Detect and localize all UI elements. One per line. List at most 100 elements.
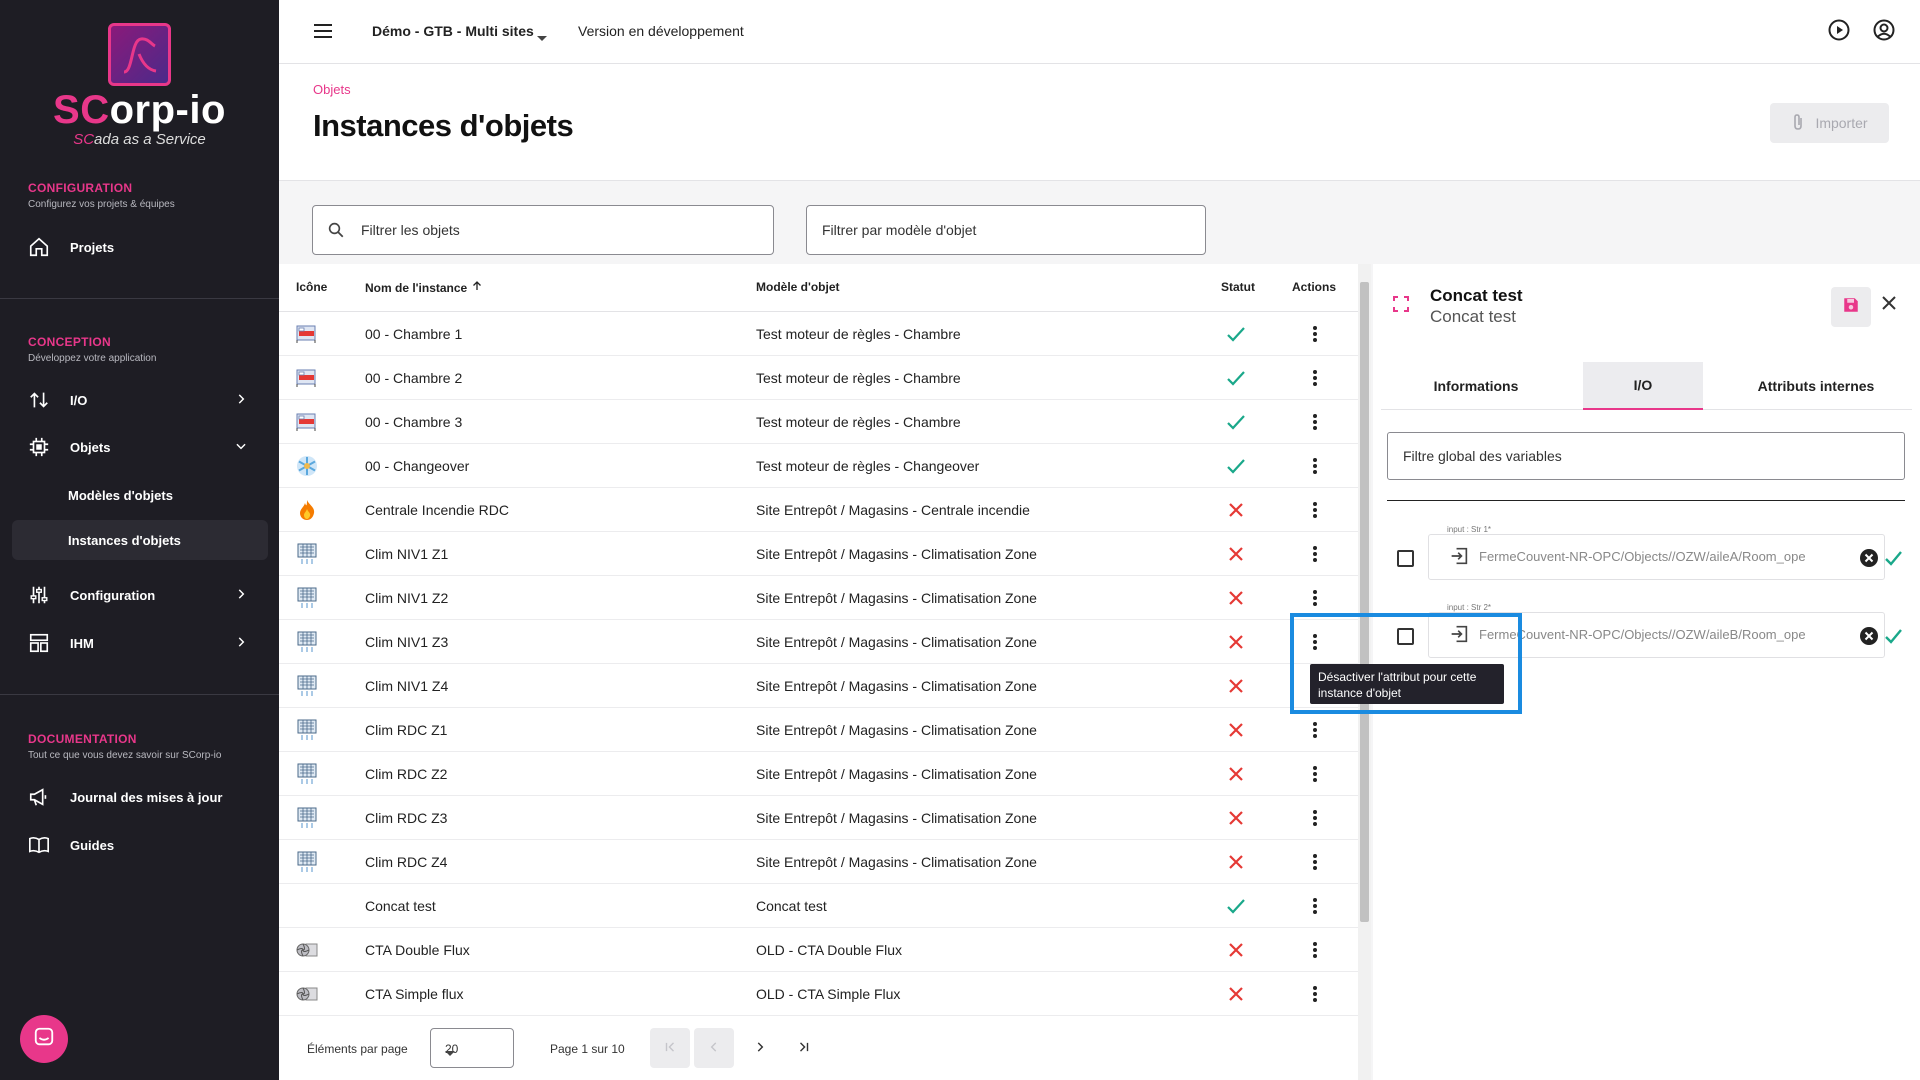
table-row[interactable]: CTA Simple flux OLD - CTA Simple Flux	[279, 972, 1358, 1016]
chat-button[interactable]	[20, 1015, 68, 1063]
section-subtitle-documentation: Tout ce que vous devez savoir sur SCorp-…	[28, 750, 222, 761]
divider	[0, 694, 279, 695]
first-page-button[interactable]	[650, 1028, 690, 1068]
object-model: Site Entrepôt / Magasins - Climatisation…	[756, 634, 1037, 650]
io-checkbox[interactable]	[1397, 550, 1414, 567]
filter-model-input[interactable]	[822, 206, 1192, 254]
more-vert-icon[interactable]	[1303, 454, 1327, 478]
topbar: Démo - GTB - Multi sites Version en déve…	[279, 0, 1920, 64]
chevron-right-icon	[234, 635, 248, 652]
table-row[interactable]: Clim NIV1 Z4 Site Entrepôt / Magasins - C…	[279, 664, 1358, 708]
menu-icon[interactable]	[313, 22, 333, 45]
last-page-button[interactable]	[784, 1028, 824, 1068]
save-icon	[1842, 296, 1860, 319]
page-header: Objets Instances d'objets Importer	[279, 64, 1920, 181]
chat-icon	[33, 1026, 55, 1053]
per-page-select[interactable]: 20	[430, 1028, 514, 1068]
filter-model-field[interactable]	[806, 205, 1206, 255]
import-button[interactable]: Importer	[1770, 103, 1889, 143]
filter-objects-input[interactable]	[361, 206, 761, 254]
sidebar-item-io[interactable]: I/O	[12, 380, 268, 420]
bed-icon	[295, 366, 319, 390]
sidebar-item-modeles[interactable]: Modèles d'objets	[12, 475, 268, 515]
prev-page-button[interactable]	[694, 1028, 734, 1068]
clear-icon[interactable]	[1859, 626, 1879, 651]
column-header-name[interactable]: Nom de l'instance	[365, 280, 483, 295]
table-row[interactable]: Clim RDC Z2 Site Entrepôt / Magasins - Cl…	[279, 752, 1358, 796]
status-error-icon	[1226, 984, 1246, 1004]
more-vert-icon[interactable]	[1303, 894, 1327, 918]
clear-icon[interactable]	[1859, 548, 1879, 573]
more-vert-icon[interactable]	[1303, 718, 1327, 742]
import-label: Importer	[1815, 115, 1868, 131]
table-row[interactable]: Clim RDC Z3 Site Entrepôt / Magasins - Cl…	[279, 796, 1358, 840]
per-page-label: Éléments par page	[307, 1042, 408, 1056]
dashboard-icon	[28, 632, 50, 654]
more-vert-icon[interactable]	[1303, 498, 1327, 522]
more-vert-icon[interactable]	[1303, 982, 1327, 1006]
table-row[interactable]: Clim RDC Z1 Site Entrepôt / Magasins - Cl…	[279, 708, 1358, 752]
sidebar-item-label: IHM	[70, 635, 94, 651]
table-row[interactable]: Clim NIV1 Z2 Site Entrepôt / Magasins - C…	[279, 576, 1358, 620]
tab-attributs-internes[interactable]: Attributs internes	[1721, 362, 1911, 410]
more-vert-icon[interactable]	[1303, 410, 1327, 434]
sidebar-item-instances[interactable]: Instances d'objets	[12, 520, 268, 560]
more-vert-icon[interactable]	[1303, 850, 1327, 874]
object-model: Site Entrepôt / Magasins - Climatisation…	[756, 854, 1037, 870]
table-row[interactable]: CTA Double Flux OLD - CTA Double Flux	[279, 928, 1358, 972]
more-vert-icon[interactable]	[1303, 806, 1327, 830]
object-model: Site Entrepôt / Magasins - Climatisation…	[756, 590, 1037, 606]
scrollbar-thumb[interactable]	[1360, 282, 1369, 922]
save-button[interactable]	[1831, 287, 1871, 327]
divider	[1387, 500, 1905, 501]
close-icon[interactable]	[1881, 295, 1897, 316]
ac-unit-icon	[295, 586, 319, 610]
sidebar-item-ihm[interactable]: IHM	[12, 623, 268, 663]
site-selector[interactable]: Démo - GTB - Multi sites	[372, 23, 534, 39]
filter-objects-field[interactable]	[312, 205, 774, 255]
ac-unit-icon	[295, 806, 319, 830]
table-row[interactable]: Clim NIV1 Z1 Site Entrepôt / Magasins - C…	[279, 532, 1358, 576]
caret-down-icon	[445, 1046, 497, 1060]
more-vert-icon[interactable]	[1303, 586, 1327, 610]
book-icon	[28, 834, 50, 856]
more-vert-icon[interactable]	[1303, 542, 1327, 566]
tab-informations[interactable]: Informations	[1381, 362, 1571, 410]
global-variable-filter-input[interactable]	[1403, 433, 1893, 479]
more-vert-icon[interactable]	[1303, 322, 1327, 346]
chevron-right-icon	[753, 1040, 767, 1057]
section-subtitle-conception: Développez votre application	[28, 353, 157, 364]
more-vert-icon[interactable]	[1303, 938, 1327, 962]
check-icon[interactable]	[1883, 626, 1903, 651]
next-page-button[interactable]	[740, 1028, 780, 1068]
column-header-model[interactable]: Modèle d'objet	[756, 280, 840, 294]
sidebar-item-configuration[interactable]: Configuration	[12, 575, 268, 615]
check-icon[interactable]	[1883, 548, 1903, 573]
table-row[interactable]: Clim RDC Z4 Site Entrepôt / Magasins - Cl…	[279, 840, 1358, 884]
account-icon[interactable]	[1872, 18, 1896, 47]
ac-unit-icon	[295, 674, 319, 698]
table-row[interactable]: 00 - Chambre 2 Test moteur de règles - Ch…	[279, 356, 1358, 400]
home-icon	[28, 236, 50, 258]
status-check-icon	[1226, 412, 1246, 432]
fullscreen-icon[interactable]	[1393, 296, 1409, 317]
sidebar-item-objets[interactable]: Objets	[12, 427, 268, 467]
table-row[interactable]: Concat test Concat test	[279, 884, 1358, 928]
sidebar-item-projets[interactable]: Projets	[12, 227, 268, 267]
caret-down-icon[interactable]	[537, 29, 547, 47]
more-vert-icon[interactable]	[1303, 366, 1327, 390]
instance-name: Clim RDC Z2	[365, 766, 448, 782]
breadcrumb[interactable]: Objets	[313, 82, 351, 97]
table-row[interactable]: 00 - Chambre 3 Test moteur de règles - Ch…	[279, 400, 1358, 444]
global-variable-filter[interactable]	[1387, 432, 1905, 480]
table-row[interactable]: 00 - Changeover Test moteur de règles - C…	[279, 444, 1358, 488]
table-row[interactable]: Clim NIV1 Z3 Site Entrepôt / Magasins - C…	[279, 620, 1358, 664]
play-icon[interactable]	[1827, 18, 1851, 47]
sidebar-item-guides[interactable]: Guides	[12, 825, 268, 865]
sidebar-item-journal[interactable]: Journal des mises à jour	[12, 777, 268, 817]
table-row[interactable]: 00 - Chambre 1 Test moteur de règles - Ch…	[279, 312, 1358, 356]
tab-io[interactable]: I/O	[1583, 362, 1703, 410]
table-row[interactable]: Centrale Incendie RDC Site Entrepôt / Mag…	[279, 488, 1358, 532]
more-vert-icon[interactable]	[1303, 762, 1327, 786]
io-field-value: FermeCouvent-NR-OPC/Objects//OZW/aileB/R…	[1479, 627, 1806, 642]
